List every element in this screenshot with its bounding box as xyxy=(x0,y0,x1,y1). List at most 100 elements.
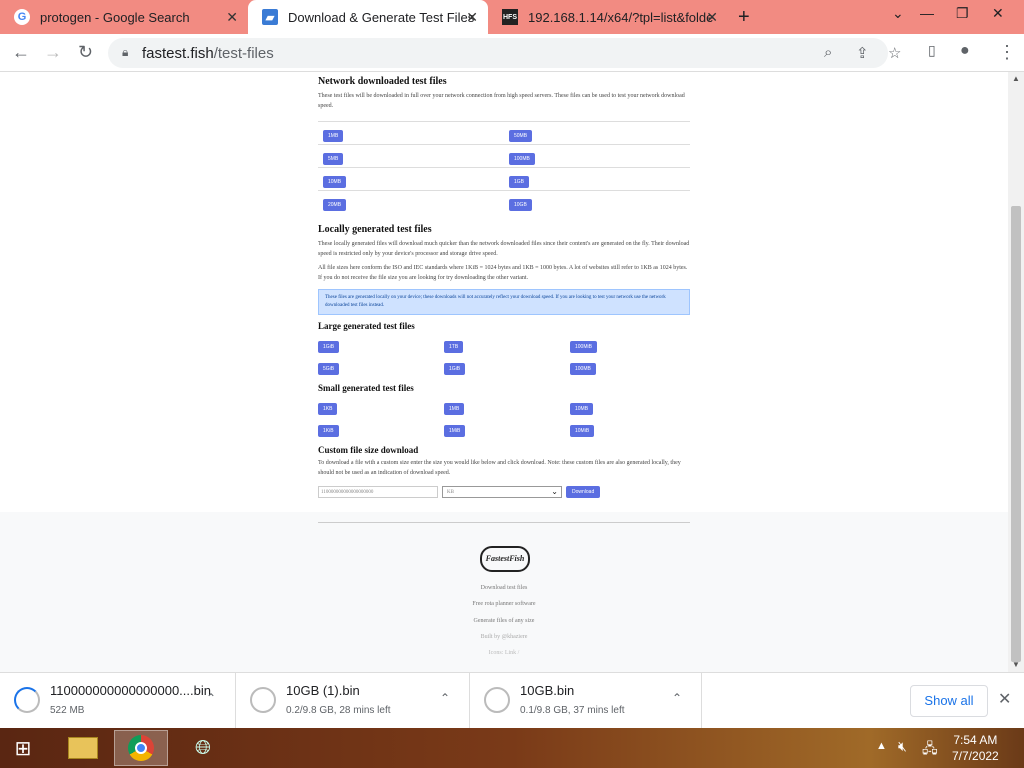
unit-select[interactable]: KB ⌄ xyxy=(442,486,562,498)
web-page: Network downloaded test files These test… xyxy=(0,72,1008,672)
table-row: 5MB 100MB xyxy=(318,144,690,167)
download-5mb-button[interactable]: 5MB xyxy=(323,153,344,165)
close-tab-icon[interactable]: ✕ xyxy=(706,9,718,26)
network-files-table: 1MB 50MB 5MB 100MB 10MB 1GB 20MB 10GB xyxy=(318,121,690,213)
download-1gib-button-2[interactable]: 1GiB xyxy=(444,363,466,375)
file-icon xyxy=(250,687,276,713)
tab-google-search[interactable]: G protogen - Google Search ✕ xyxy=(0,0,248,34)
close-shelf-icon[interactable]: ✕ xyxy=(998,689,1011,709)
footer-link-test-files[interactable]: Download test files xyxy=(318,585,690,591)
download-10mib-button[interactable]: 10MiB xyxy=(570,425,595,437)
windows-logo-icon: ⊞ xyxy=(14,737,32,760)
chevron-up-icon[interactable]: ⌃ xyxy=(440,691,450,705)
download-item[interactable]: 110000000000000000....bin 522 MB ⌃ xyxy=(0,673,236,729)
address-bar[interactable]: 🔒︎ fastest.fish/test-files ⌕ ⇪ ☆ xyxy=(108,38,901,68)
restore-icon[interactable]: ❐ xyxy=(956,5,969,22)
tab-search-icon[interactable]: ⌄ xyxy=(892,5,904,22)
file-icon xyxy=(484,687,510,713)
url-text: fastest.fish/test-files xyxy=(142,45,274,62)
clock-date: 7/7/2022 xyxy=(952,749,999,763)
start-button[interactable]: ⊞ xyxy=(0,730,46,766)
download-50mb-button[interactable]: 50MB xyxy=(509,130,533,142)
custom-size-input[interactable]: 110000000000000000000 xyxy=(318,486,438,498)
download-1tb-button[interactable]: 1TB xyxy=(444,341,464,353)
clock-time: 7:54 AM xyxy=(953,733,998,747)
footer-divider xyxy=(318,522,690,523)
custom-heading: Custom file size download xyxy=(318,445,419,455)
footer-link-rota[interactable]: Free rota planner software xyxy=(318,601,690,607)
download-filename: 110000000000000000....bin xyxy=(50,683,211,698)
forward-icon[interactable]: → xyxy=(44,42,62,63)
download-100mib-button[interactable]: 100MiB xyxy=(570,341,597,353)
folder-icon xyxy=(68,737,98,759)
network-section: Network downloaded test files These test… xyxy=(318,76,690,213)
download-status: 0.2/9.8 GB, 28 mins left xyxy=(286,705,391,716)
back-icon[interactable]: ← xyxy=(12,42,30,63)
download-1kib-button[interactable]: 1KiB xyxy=(318,425,339,437)
fastestfish-logo[interactable]: FastestFish xyxy=(480,546,530,572)
download-status: 0.1/9.8 GB, 37 mins left xyxy=(520,705,625,716)
system-clock[interactable]: 7:54 AM 7/7/2022 xyxy=(952,732,999,764)
file-explorer-icon[interactable] xyxy=(56,730,110,766)
close-tab-icon[interactable]: ✕ xyxy=(466,9,478,26)
chevron-down-icon: ⌄ xyxy=(551,487,558,496)
volume-muted-icon[interactable]: 🔇︎ xyxy=(898,738,907,755)
download-shelf: 110000000000000000....bin 522 MB ⌃ 10GB … xyxy=(0,672,1024,729)
network-description: These test files will be downloaded in f… xyxy=(318,93,685,109)
download-status: 522 MB xyxy=(50,705,85,716)
close-window-icon[interactable]: ✕ xyxy=(992,5,1004,22)
download-100mb-button[interactable]: 100MB xyxy=(509,153,535,165)
scroll-down-icon[interactable]: ▼ xyxy=(1012,660,1020,669)
download-20mb-button[interactable]: 20MB xyxy=(323,199,347,211)
table-row: 1MB 50MB xyxy=(318,121,690,144)
download-5gib-button[interactable]: 5GiB xyxy=(318,363,340,375)
scroll-up-icon[interactable]: ▲ xyxy=(1012,74,1020,83)
large-heading: Large generated test files xyxy=(318,321,415,331)
show-all-button[interactable]: Show all xyxy=(910,685,988,717)
info-alert: These files are generated locally on you… xyxy=(318,289,690,315)
close-tab-icon[interactable]: ✕ xyxy=(226,9,238,26)
chevron-up-icon[interactable]: ⌃ xyxy=(672,691,682,705)
download-10mb-button-2[interactable]: 10MB xyxy=(570,403,594,415)
tab-test-files[interactable]: ▰ Download & Generate Test Files ✕ xyxy=(248,0,488,34)
download-10gb-button[interactable]: 10GB xyxy=(509,199,532,211)
profile-avatar-icon[interactable]: ● xyxy=(960,42,970,60)
download-1kb-button[interactable]: 1KB xyxy=(318,403,338,415)
lock-icon: 🔒︎ xyxy=(122,45,129,59)
download-1gib-button[interactable]: 1GiB xyxy=(318,341,340,353)
tab-title: protogen - Google Search xyxy=(40,9,190,25)
download-filename: 10GB (1).bin xyxy=(286,683,360,698)
chevron-up-icon[interactable]: ⌃ xyxy=(206,691,216,705)
download-filename: 10GB.bin xyxy=(520,683,575,698)
download-100mb-button-2[interactable]: 100MB xyxy=(570,363,596,375)
side-panel-icon[interactable]: ▯ xyxy=(928,42,936,59)
custom-description: To download a file with a custom size en… xyxy=(318,460,681,476)
download-1mb-button[interactable]: 1MB xyxy=(323,130,344,142)
hfs-icon: HFS xyxy=(502,9,518,25)
scroll-thumb[interactable] xyxy=(1011,206,1021,662)
tray-arrow-icon[interactable]: ▲ xyxy=(876,740,887,752)
bookmark-star-icon[interactable]: ☆ xyxy=(888,44,901,62)
local-section: Locally generated test files These local… xyxy=(318,224,690,498)
footer-link-generate[interactable]: Generate files of any size xyxy=(318,618,690,624)
tab-hfs[interactable]: HFS 192.168.1.14/x64/?tpl=list&folde ✕ xyxy=(488,0,728,34)
download-item[interactable]: 10GB.bin 0.1/9.8 GB, 37 mins left ⌃ xyxy=(470,673,702,729)
reload-icon[interactable]: ↻ xyxy=(78,42,93,63)
download-1mb-button-2[interactable]: 1MB xyxy=(444,403,465,415)
zoom-icon[interactable]: ⌕ xyxy=(824,44,832,61)
download-1mib-button[interactable]: 1MiB xyxy=(444,425,466,437)
page-scrollbar[interactable]: ▲ ▼ xyxy=(1008,72,1024,672)
menu-dots-icon[interactable]: ⋮ xyxy=(998,42,1016,63)
globe-icon: 🌐︎ xyxy=(195,736,211,759)
download-10mb-button[interactable]: 10MB xyxy=(323,176,347,188)
download-item[interactable]: 10GB (1).bin 0.2/9.8 GB, 28 mins left ⌃ xyxy=(236,673,470,729)
custom-download-button[interactable]: Download xyxy=(566,486,601,498)
new-tab-icon[interactable]: + xyxy=(738,6,750,29)
app-taskbar-icon[interactable]: 🌐︎ xyxy=(176,730,230,766)
network-icon[interactable]: 🖧 xyxy=(922,738,938,762)
share-icon[interactable]: ⇪ xyxy=(856,44,869,62)
local-heading: Locally generated test files xyxy=(318,224,432,235)
chrome-taskbar-icon[interactable] xyxy=(114,730,168,766)
download-1gb-button[interactable]: 1GB xyxy=(509,176,530,188)
minimize-icon[interactable]: — xyxy=(920,5,934,21)
